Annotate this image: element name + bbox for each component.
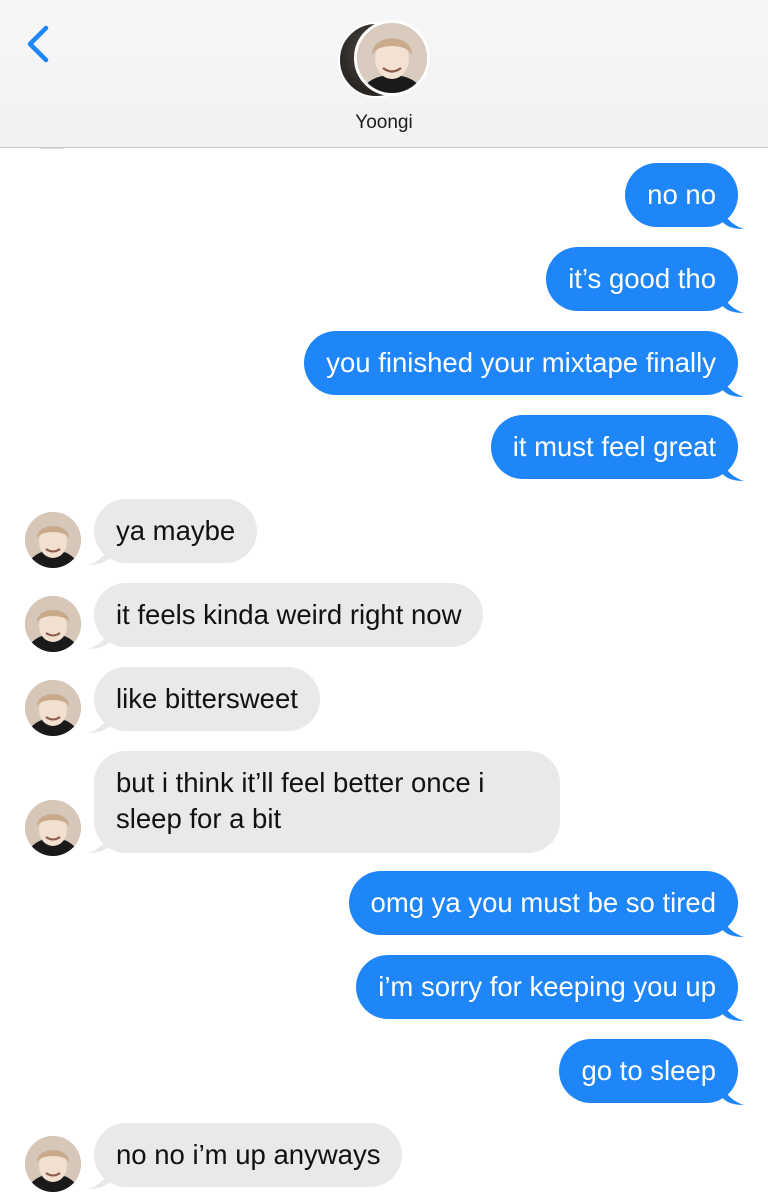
outgoing-message[interactable]: go to sleep xyxy=(559,1039,738,1103)
incoming-message[interactable]: it feels kinda weird right now xyxy=(94,583,484,647)
bubble-tail xyxy=(722,915,744,937)
contact-avatar[interactable] xyxy=(25,680,81,736)
bubble-tail xyxy=(722,999,744,1021)
bubble-tail xyxy=(88,831,110,853)
bubble-tail xyxy=(722,291,744,313)
avatar-photo-icon xyxy=(25,596,81,652)
avatar-photo-icon xyxy=(357,23,427,93)
outgoing-message[interactable]: omg ya you must be so tired xyxy=(348,871,738,935)
conversation-header: Yoongi xyxy=(0,0,768,148)
bubble-tail xyxy=(88,711,110,733)
bubble-tail xyxy=(88,627,110,649)
contact-avatar[interactable] xyxy=(25,1136,81,1192)
outgoing-message[interactable]: it’s good tho xyxy=(546,247,738,311)
avatar-photo-icon xyxy=(25,1136,81,1192)
message-thread[interactable]: no no it’s good tho you finished your mi… xyxy=(0,0,768,1200)
bubble-tail xyxy=(88,1167,110,1189)
messages-screen: no no it’s good tho you finished your mi… xyxy=(0,0,768,1200)
bubble-tail xyxy=(722,207,744,229)
incoming-message[interactable]: but i think it’ll feel better once i sle… xyxy=(94,751,560,853)
avatar-photo-icon xyxy=(25,512,81,568)
outgoing-message[interactable]: you finished your mixtape finally xyxy=(304,331,738,395)
bubble-tail xyxy=(722,459,744,481)
contact-name[interactable]: Yoongi xyxy=(0,112,768,134)
chevron-left-icon xyxy=(27,25,49,63)
incoming-message[interactable]: ya maybe xyxy=(94,499,258,563)
bubble-tail xyxy=(88,543,110,565)
contact-avatar[interactable] xyxy=(25,596,81,652)
outgoing-message[interactable]: it must feel great xyxy=(490,415,738,479)
bubble-tail xyxy=(722,1083,744,1105)
bubble-tail xyxy=(722,375,744,397)
contact-avatar-header[interactable] xyxy=(336,20,436,100)
contact-avatar[interactable] xyxy=(25,800,81,856)
back-button[interactable] xyxy=(20,22,60,66)
outgoing-message[interactable]: i’m sorry for keeping you up xyxy=(356,955,738,1019)
incoming-message[interactable]: no no i’m up anyways xyxy=(94,1123,403,1187)
primary-avatar xyxy=(354,20,430,96)
avatar-photo-icon xyxy=(25,680,81,736)
avatar-photo-icon xyxy=(25,800,81,856)
incoming-message[interactable]: like bittersweet xyxy=(94,667,320,731)
contact-avatar[interactable] xyxy=(25,512,81,568)
